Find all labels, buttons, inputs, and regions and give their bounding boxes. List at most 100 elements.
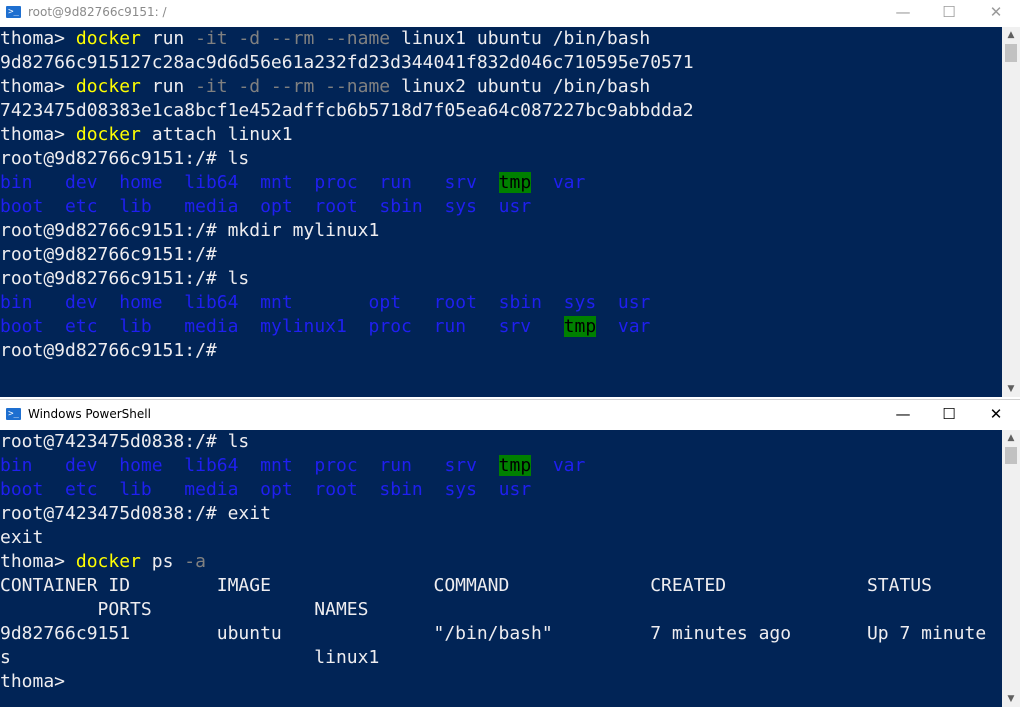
directory-entry: sbin <box>379 479 423 500</box>
command-parameter: -it -d --rm --name <box>195 76 391 97</box>
directory-entry: lib64 <box>184 292 239 313</box>
console-line: thoma> docker run -it -d --rm --name lin… <box>0 27 650 51</box>
console-text: root@9d82766c9151:/# ls <box>0 268 250 289</box>
directory-entry-highlighted: tmp <box>498 172 532 193</box>
console-text: linux2 ubuntu /bin/bash <box>390 76 651 97</box>
console-line: boot etc lib media opt root sbin sys usr <box>0 478 531 502</box>
console-output[interactable]: root@7423475d0838:/# ls bin dev home lib6… <box>0 430 1002 707</box>
scroll-up-arrow-icon[interactable]: ▲ <box>1002 27 1020 43</box>
console-line: bin dev home lib64 mnt opt root sbin sys… <box>0 291 650 315</box>
directory-entry: var <box>617 316 651 337</box>
directory-entry: sbin <box>498 292 542 313</box>
directory-entry: run <box>433 316 467 337</box>
close-button[interactable]: ✕ <box>973 400 1019 430</box>
command-name: docker <box>75 124 141 145</box>
directory-entry: boot <box>0 196 44 217</box>
console-text: 9d82766c9151 ubuntu "/bin/bash" 7 minute… <box>0 623 987 644</box>
console-line: 7423475d08383e1ca8bcf1e452adffcb6b5718d7… <box>0 99 694 123</box>
scroll-down-arrow-icon[interactable]: ▼ <box>1002 691 1020 707</box>
vertical-scrollbar[interactable]: ▲ ▼ <box>1002 27 1020 397</box>
directory-entry: sbin <box>379 196 423 217</box>
console-line: root@9d82766c9151:/# <box>0 243 217 267</box>
scroll-thumb[interactable] <box>1005 44 1017 62</box>
directory-entry: media <box>184 479 239 500</box>
directory-entry: sys <box>444 196 477 217</box>
directory-entry: media <box>184 316 239 337</box>
console-line: bin dev home lib64 mnt proc run srv tmp … <box>0 454 585 478</box>
command-name: docker <box>75 76 141 97</box>
powershell-icon: >_ <box>6 6 21 18</box>
console-line: root@9d82766c9151:/# mkdir mylinux1 <box>0 219 379 243</box>
console-line: s linux1 <box>0 646 379 670</box>
console-text: thoma> <box>0 76 76 97</box>
directory-entry: sys <box>444 479 477 500</box>
console-text: PORTS NAMES <box>0 599 369 620</box>
directory-entry: run <box>379 172 412 193</box>
directory-entry: bin <box>0 172 33 193</box>
console-text: thoma> <box>0 124 76 145</box>
title-bar[interactable]: >_ root@9d82766c9151: / — ☐ ✕ <box>0 0 1020 26</box>
directory-entry: lib <box>119 316 152 337</box>
minimize-button[interactable]: — <box>880 0 926 26</box>
close-button[interactable]: ✕ <box>973 0 1019 26</box>
directory-entry: srv <box>498 316 532 337</box>
console-output[interactable]: thoma> docker run -it -d --rm --name lin… <box>0 27 1002 397</box>
minimize-button[interactable]: — <box>880 400 926 430</box>
directory-entry: mnt <box>260 172 293 193</box>
console-text: root@7423475d0838:/# ls <box>0 431 250 452</box>
directory-entry: etc <box>65 196 98 217</box>
directory-entry: proc <box>314 455 358 476</box>
vertical-scrollbar[interactable]: ▲ ▼ <box>1002 430 1020 707</box>
scroll-down-arrow-icon[interactable]: ▼ <box>1002 381 1020 397</box>
directory-entry: mylinux1 <box>260 316 347 337</box>
directory-entry: root <box>314 196 358 217</box>
directory-entry: bin <box>0 292 33 313</box>
scroll-thumb[interactable] <box>1005 447 1017 464</box>
directory-entry: opt <box>260 196 293 217</box>
directory-entry: usr <box>498 479 532 500</box>
maximize-button[interactable]: ☐ <box>926 400 972 430</box>
scroll-up-arrow-icon[interactable]: ▲ <box>1002 430 1020 446</box>
directory-entry: home <box>119 292 163 313</box>
console-text: linux1 ubuntu /bin/bash <box>390 28 651 49</box>
directory-entry: mnt <box>260 455 293 476</box>
title-bar[interactable]: >_ Windows PowerShell — ☐ ✕ <box>0 400 1020 430</box>
console-text: thoma> <box>0 551 76 572</box>
powershell-icon: >_ <box>6 408 21 420</box>
directory-entry: sys <box>563 292 597 313</box>
console-text: 7423475d08383e1ca8bcf1e452adffcb6b5718d7… <box>0 100 694 121</box>
window-title: root@9d82766c9151: / <box>28 5 167 19</box>
console-text: attach linux1 <box>140 124 293 145</box>
maximize-button[interactable]: ☐ <box>926 0 972 26</box>
console-text: root@9d82766c9151:/# mkdir mylinux1 <box>0 220 380 241</box>
console-text: run <box>140 76 196 97</box>
console-text: 9d82766c915127c28ac9d6d56e61a232fd23d344… <box>0 52 694 73</box>
directory-entry: lib64 <box>184 172 239 193</box>
directory-entry-highlighted: tmp <box>498 455 532 476</box>
console-line: exit <box>0 526 43 550</box>
